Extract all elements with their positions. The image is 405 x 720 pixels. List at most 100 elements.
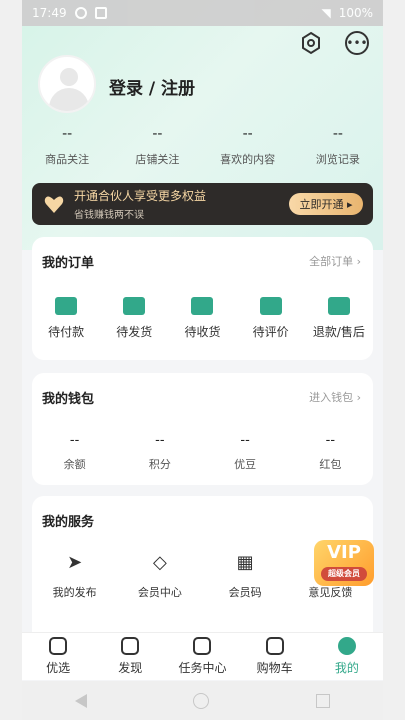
status-right: ◥ 100% — [321, 6, 373, 20]
banner-subtitle: 省钱赚钱两不误 — [74, 210, 144, 221]
wallet-label: 优豆 — [234, 458, 257, 471]
send-icon: ➤ — [67, 551, 83, 573]
orders-title: 我的订单 — [42, 256, 95, 271]
heart-icon — [44, 196, 64, 213]
order-label: 退款/售后 — [312, 325, 365, 339]
stat-label: 喜欢的内容 — [220, 153, 276, 166]
wallet-balance[interactable]: -- 余额 — [45, 433, 105, 472]
stat-liked-content[interactable]: -- 喜欢的内容 — [203, 126, 293, 167]
vip-title: VIP — [327, 542, 361, 563]
refund-icon — [327, 297, 350, 315]
nav-task-center[interactable]: 任务中心 — [167, 637, 237, 676]
nav-label: 购物车 — [256, 661, 293, 675]
wallet-link[interactable]: 进入钱包 › — [309, 389, 361, 405]
order-label: 待付款 — [48, 325, 85, 339]
status-left: 17:49 — [32, 6, 107, 20]
status-time: 17:49 — [32, 6, 67, 20]
order-pending-review[interactable]: 待评价 — [239, 297, 303, 340]
service-member-center[interactable]: ◇ 会员中心 — [124, 550, 196, 600]
nav-home[interactable]: 优选 — [23, 637, 93, 676]
wallet-value: -- — [240, 433, 250, 448]
stat-shop-follow[interactable]: -- 店铺关注 — [112, 126, 202, 167]
wallet-label: 积分 — [148, 458, 171, 471]
banner-title: 开通合伙人享受更多权益 — [74, 189, 207, 203]
bottom-navigation: 优选 发现 任务中心 购物车 我的 — [22, 632, 383, 680]
wallet-points[interactable]: -- 积分 — [130, 433, 190, 472]
wallet-card: 我的钱包 进入钱包 › -- 余额 -- 积分 -- 优豆 -- 红包 — [32, 373, 373, 485]
stat-label: 店铺关注 — [135, 153, 180, 166]
services-title: 我的服务 — [42, 515, 95, 530]
order-label: 待收货 — [184, 325, 221, 339]
order-pending-payment[interactable]: 待付款 — [34, 297, 98, 340]
battery-text: 100% — [338, 6, 373, 20]
order-pending-receipt[interactable]: 待收货 — [170, 297, 234, 340]
avatar-body-shape — [49, 88, 89, 111]
order-label: 待评价 — [252, 325, 289, 339]
wifi-icon: ◥ — [321, 6, 331, 20]
all-orders-link[interactable]: 全部订单 › — [309, 253, 361, 269]
banner-text: 开通合伙人享受更多权益 省钱赚钱两不误 — [74, 187, 206, 221]
nav-label: 我的 — [334, 661, 359, 675]
wallet-label: 红包 — [319, 458, 342, 471]
nav-label: 任务中心 — [178, 661, 227, 675]
status-bar: 17:49 ◥ 100% — [22, 0, 383, 26]
open-partner-button[interactable]: 立即开通 ▸ — [289, 193, 363, 215]
diamond-icon: ◇ — [152, 551, 167, 573]
service-member-code[interactable]: ▦ 会员码 — [209, 550, 281, 600]
screen-frame: 17:49 ◥ 100% ••• 登录 / 注册 -- 商品关注 -- 店铺关注 -… — [0, 0, 405, 720]
nav-label: 优选 — [46, 661, 71, 675]
order-refund[interactable]: 退款/售后 — [307, 297, 371, 340]
settings-icon[interactable] — [299, 31, 323, 55]
wallet-value: -- — [325, 433, 336, 448]
wallet-title: 我的钱包 — [42, 392, 95, 407]
wallet-values-row: -- 余额 -- 积分 -- 优豆 -- 红包 — [32, 433, 373, 472]
wallet-beans[interactable]: -- 优豆 — [215, 433, 275, 472]
login-register-link[interactable]: 登录 / 注册 — [109, 74, 195, 99]
stat-value: -- — [242, 126, 253, 142]
wallet-value: -- — [155, 433, 165, 448]
notification-icon — [74, 7, 87, 19]
order-pending-shipment[interactable]: 待发货 — [102, 297, 166, 340]
message-icon[interactable]: ••• — [345, 31, 369, 55]
stat-value: -- — [332, 126, 343, 142]
super-vip-badge[interactable]: VIP 超级会员 — [314, 540, 374, 586]
compass-icon — [121, 637, 140, 655]
stat-value: -- — [152, 126, 163, 142]
orders-card: 我的订单 全部订单 › 待付款 待发货 待收货 待评价 退款/售后 — [32, 237, 373, 360]
service-label: 意见反馈 — [308, 586, 353, 599]
order-label: 待发货 — [116, 325, 153, 339]
stat-value: -- — [62, 126, 73, 142]
system-navigation — [22, 681, 383, 720]
wallet-icon — [55, 297, 78, 315]
stat-label: 商品关注 — [45, 153, 90, 166]
cart-icon — [265, 637, 284, 655]
truck-icon — [191, 297, 214, 315]
stat-label: 浏览记录 — [315, 153, 360, 166]
wallet-redpacket[interactable]: -- 红包 — [300, 433, 360, 472]
app-notification-icon — [94, 7, 107, 19]
nav-discover[interactable]: 发现 — [95, 637, 165, 676]
wallet-label: 余额 — [63, 458, 86, 471]
nav-cart[interactable]: 购物车 — [240, 637, 310, 676]
stat-browse-history[interactable]: -- 浏览记录 — [293, 126, 383, 167]
home-icon[interactable] — [193, 692, 210, 709]
review-icon — [259, 297, 282, 315]
profile-icon — [337, 637, 356, 655]
nav-profile[interactable]: 我的 — [312, 637, 382, 676]
partner-banner[interactable]: 开通合伙人享受更多权益 省钱赚钱两不误 立即开通 ▸ — [32, 183, 373, 225]
profile-stats: -- 商品关注 -- 店铺关注 -- 喜欢的内容 -- 浏览记录 — [22, 126, 383, 167]
avatar[interactable] — [38, 55, 96, 113]
vip-subtitle: 超级会员 — [321, 567, 367, 581]
service-label: 我的发布 — [52, 586, 97, 599]
back-icon[interactable] — [75, 693, 88, 708]
service-publish[interactable]: ➤ 我的发布 — [39, 550, 111, 600]
app-screen: 17:49 ◥ 100% ••• 登录 / 注册 -- 商品关注 -- 店铺关注 -… — [22, 0, 383, 720]
wallet-value: -- — [69, 433, 80, 448]
bag-icon — [49, 637, 68, 655]
calendar-icon — [193, 637, 212, 655]
service-label: 会员码 — [228, 586, 262, 599]
package-icon — [123, 297, 146, 315]
stat-product-follow[interactable]: -- 商品关注 — [22, 126, 112, 167]
recent-apps-icon[interactable] — [315, 693, 330, 708]
qr-code-icon: ▦ — [236, 551, 254, 573]
